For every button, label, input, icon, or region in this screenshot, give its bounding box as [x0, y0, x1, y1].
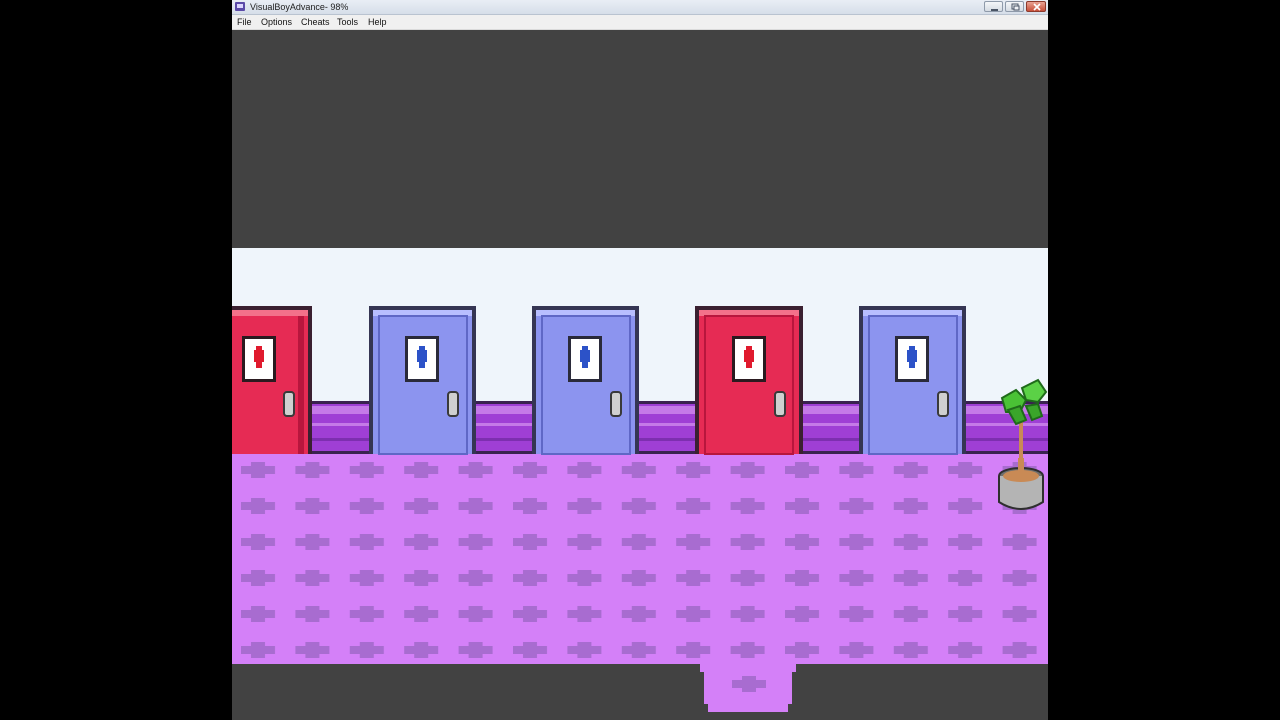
menu-options[interactable]: Options [261, 15, 292, 29]
minimize-icon [991, 9, 998, 11]
window-title: VisualBoyAdvance- 98% [250, 2, 349, 12]
emulator-window: VisualBoyAdvance- 98% File Options Cheat… [232, 0, 1048, 720]
menu-help[interactable]: Help [368, 15, 387, 29]
red-door-icon [695, 306, 803, 455]
blue-door-icon [859, 306, 966, 455]
game-screen[interactable] [232, 248, 1048, 720]
maximize-button[interactable] [1005, 1, 1024, 12]
game-scene [232, 248, 1048, 720]
restore-icon [1011, 3, 1020, 11]
floor [232, 454, 1048, 664]
red-door-icon [232, 306, 312, 454]
blue-door-icon [369, 306, 476, 455]
menu-cheats[interactable]: Cheats [301, 15, 330, 29]
menu-file[interactable]: File [237, 15, 252, 29]
menu-tools[interactable]: Tools [337, 15, 358, 29]
minimize-button[interactable] [984, 1, 1003, 12]
close-button[interactable] [1026, 1, 1046, 12]
title-bar[interactable]: VisualBoyAdvance- 98% [232, 0, 1048, 15]
app-icon [235, 2, 245, 11]
close-icon [1033, 3, 1041, 11]
blue-door-icon [532, 306, 639, 455]
menu-bar: File Options Cheats Tools Help [232, 15, 1048, 30]
